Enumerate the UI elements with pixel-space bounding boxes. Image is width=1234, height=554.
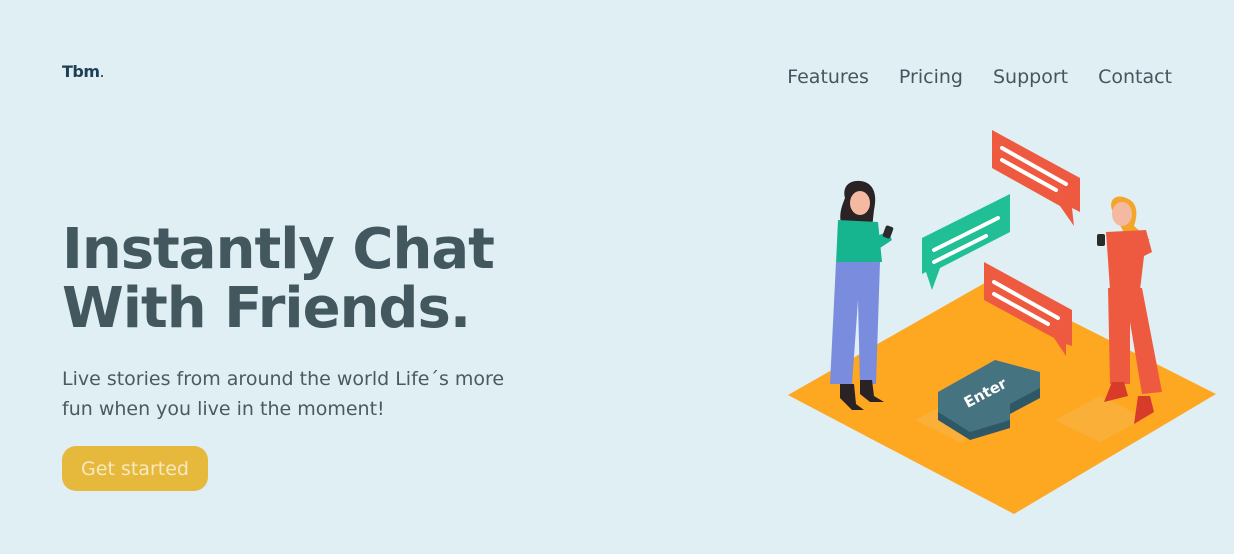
get-started-button[interactable]: Get started (62, 446, 208, 491)
nav-link-contact[interactable]: Contact (1098, 66, 1172, 88)
top-nav: Features Pricing Support Contact (787, 66, 1172, 88)
brand-logo-text: Tbm (62, 62, 100, 81)
nav-link-pricing[interactable]: Pricing (899, 66, 963, 88)
nav-link-features[interactable]: Features (787, 66, 869, 88)
landing-page: Tbm. Features Pricing Support Contact In… (0, 0, 1234, 554)
nav-link-support[interactable]: Support (993, 66, 1068, 88)
hero-headline: Instantly Chat With Friends. (62, 217, 495, 341)
hero-headline-line-2: With Friends. (62, 276, 471, 341)
hero-subtitle-line-2: fun when you live in the moment! (62, 398, 385, 420)
hero-subtitle-line-1: Live stories from around the world Life´… (62, 368, 505, 390)
brand-logo-dot: . (99, 62, 105, 81)
brand-logo[interactable]: Tbm. (62, 62, 105, 81)
hero-headline-line-1: Instantly Chat (62, 217, 495, 282)
chat-illustration: Enter (788, 130, 1216, 514)
hero-subtitle: Live stories from around the world Life´… (62, 364, 562, 424)
